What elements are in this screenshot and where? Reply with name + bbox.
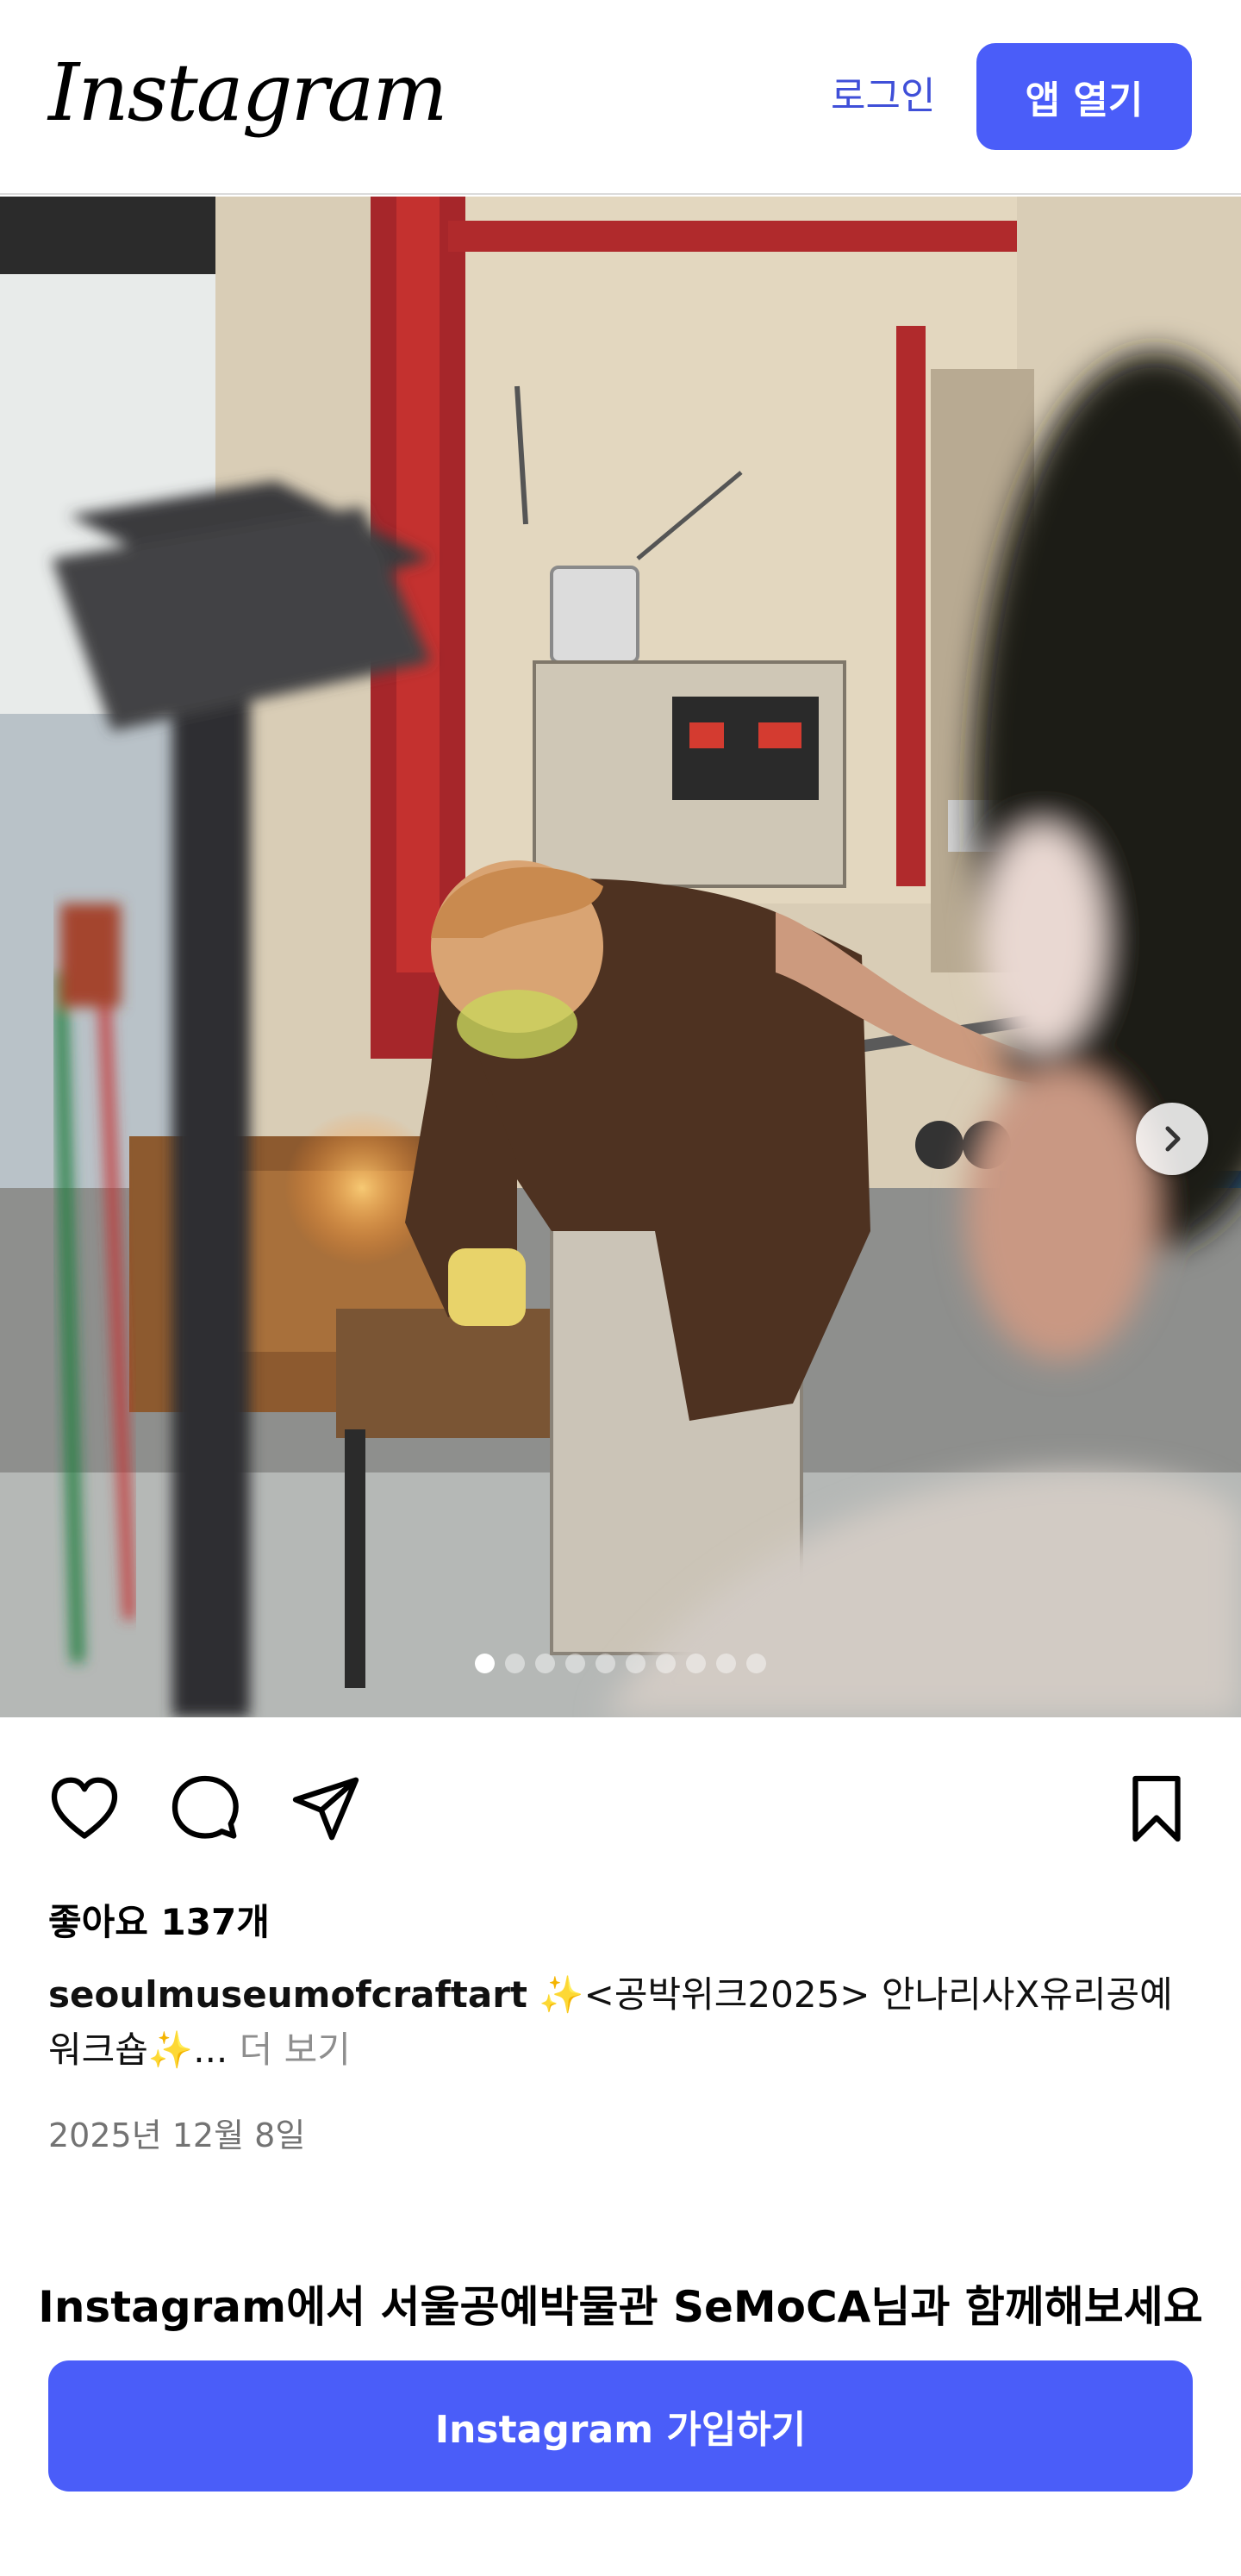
carousel-dot xyxy=(596,1654,615,1673)
carousel-dot xyxy=(505,1654,525,1673)
signup-prompt-title: Instagram에서 서울공예박물관 SeMoCA님과 함께해보세요 xyxy=(38,2282,1203,2332)
post-caption: seoulmuseumofcraftart ✨<공박위크2025> 안나리사X유… xyxy=(48,1967,1203,2078)
carousel-dot xyxy=(746,1654,766,1673)
carousel-dot xyxy=(656,1654,676,1673)
carousel-dot xyxy=(626,1654,645,1673)
heart-outline-icon[interactable] xyxy=(48,1773,121,1845)
carousel-dot xyxy=(535,1654,555,1673)
caption-ellipsis: ... xyxy=(193,2029,228,2071)
login-link[interactable]: 로그인 xyxy=(831,66,935,128)
next-image-button[interactable] xyxy=(1136,1103,1208,1175)
open-app-button[interactable]: 앱 열기 xyxy=(976,43,1192,150)
caption-username[interactable]: seoulmuseumofcraftart xyxy=(48,1973,527,2016)
chevron-right-icon xyxy=(1165,1126,1181,1152)
post-photo-illustration xyxy=(0,197,1241,1717)
carousel-dot xyxy=(475,1654,495,1673)
top-bar: Instagram 로그인 앱 열기 xyxy=(0,0,1241,195)
carousel-dot xyxy=(716,1654,736,1673)
more-link[interactable]: 더 보기 xyxy=(240,2029,351,2071)
comment-bubble-icon[interactable] xyxy=(169,1773,241,1845)
signup-button[interactable]: Instagram 가입하기 xyxy=(48,2360,1193,2492)
post-image[interactable] xyxy=(0,197,1241,1717)
paper-plane-icon[interactable] xyxy=(290,1773,362,1845)
post-date: 2025년 12월 8일 xyxy=(48,2116,306,2154)
carousel-dot xyxy=(686,1654,706,1673)
bookmark-outline-icon[interactable] xyxy=(1120,1773,1193,1845)
carousel-indicator xyxy=(0,1654,1241,1674)
carousel-dot xyxy=(565,1654,585,1673)
post-actions xyxy=(0,1766,1241,1848)
instagram-logo[interactable]: Instagram xyxy=(48,33,448,153)
likes-count[interactable]: 좋아요 137개 xyxy=(48,1893,270,1946)
